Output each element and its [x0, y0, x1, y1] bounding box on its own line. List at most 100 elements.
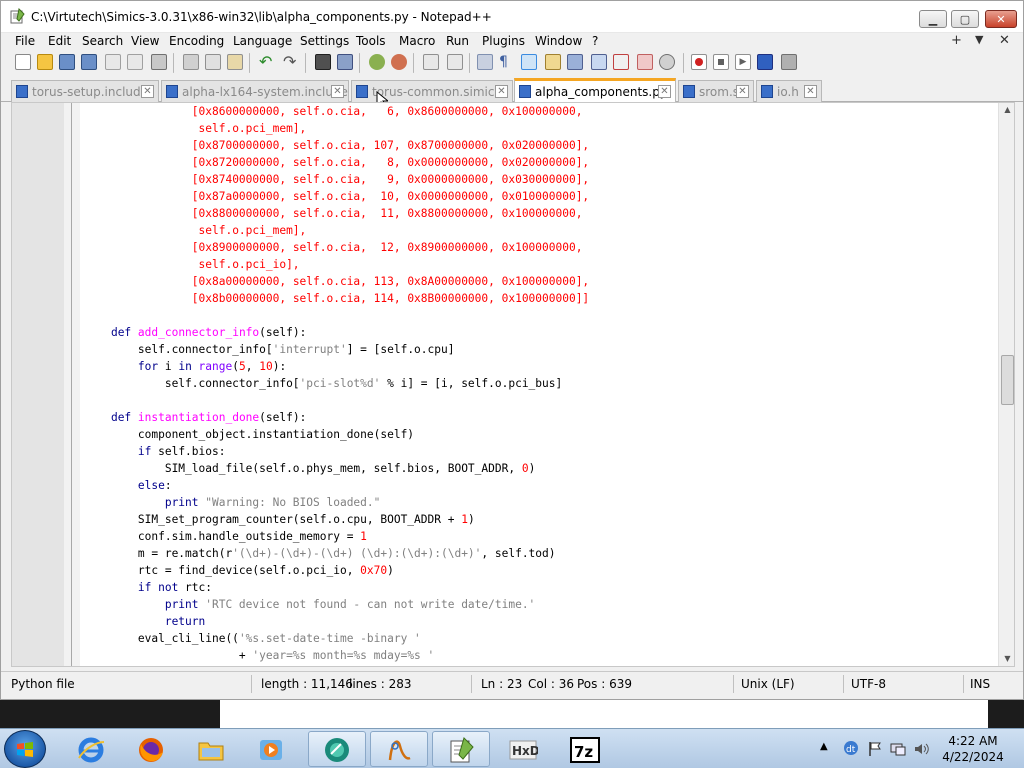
code-line[interactable]: 170 eval_cli_line(('%s.set-date-time -bi…: [80, 630, 998, 647]
record-macro-icon[interactable]: [691, 54, 707, 70]
code-line[interactable]: 150 [0x8b00000000, self.o.cia, 114, 0x8B…: [80, 290, 998, 307]
menu-macro[interactable]: Macro: [399, 34, 435, 48]
tray-volume-icon[interactable]: [913, 741, 929, 757]
code-line[interactable]: 169 return: [80, 613, 998, 630]
title-bar[interactable]: C:\Virtutech\Simics-3.0.31\x86-win32\lib…: [1, 1, 1023, 33]
maximize-button[interactable]: ▢: [951, 10, 979, 28]
taskbar-hxd[interactable]: HxD: [494, 731, 552, 767]
code-line[interactable]: 143 [0x8740000000, self.o.cia, 9, 0x0000…: [80, 171, 998, 188]
zoom-in-icon[interactable]: [369, 54, 385, 70]
code-line[interactable]: 157 def instantiation_done(self):: [80, 409, 998, 426]
taskbar-media-player[interactable]: [242, 731, 300, 767]
indent-guide-icon[interactable]: [521, 54, 537, 70]
tray-display-icon[interactable]: [890, 741, 906, 757]
undo-icon[interactable]: ↶: [259, 54, 275, 70]
menu-settings[interactable]: Settings: [300, 34, 349, 48]
tab-close-icon[interactable]: ✕: [141, 85, 154, 98]
open-file-icon[interactable]: [37, 54, 53, 70]
menu-edit[interactable]: Edit: [48, 34, 71, 48]
code-line[interactable]: 139 [0x8600000000, self.o.cia, 6, 0x8600…: [80, 103, 998, 120]
code-line[interactable]: 158 component_object.instantiation_done(…: [80, 426, 998, 443]
function-list-icon[interactable]: [591, 54, 607, 70]
show-all-characters-icon[interactable]: ¶: [499, 54, 515, 70]
close-document-icon[interactable]: ✕: [999, 33, 1010, 48]
tab-close-icon[interactable]: ✕: [495, 85, 508, 98]
tab-torus-setup[interactable]: torus-setup.include ✕: [11, 80, 159, 102]
paste-icon[interactable]: [227, 54, 243, 70]
run-macro-multiple-icon[interactable]: [757, 54, 773, 70]
save-all-icon[interactable]: [81, 54, 97, 70]
system-clock[interactable]: 4:22 AM 4/22/2024: [932, 733, 1014, 765]
tab-close-icon[interactable]: ✕: [736, 85, 749, 98]
menu-search[interactable]: Search: [82, 34, 123, 48]
code-line[interactable]: 171 + 'year=%s month=%s mday=%s ': [80, 647, 998, 664]
start-button[interactable]: [4, 730, 46, 768]
code-line[interactable]: 161 else:: [80, 477, 998, 494]
menu-plugins[interactable]: Plugins: [482, 34, 525, 48]
doc-map-icon[interactable]: [567, 54, 583, 70]
save-icon[interactable]: [59, 54, 75, 70]
code-line[interactable]: 163 SIM_set_program_counter(self.o.cpu, …: [80, 511, 998, 528]
menu-tools[interactable]: Tools: [356, 34, 386, 48]
close-button[interactable]: ✕: [985, 10, 1017, 28]
save-macro-icon[interactable]: [781, 54, 797, 70]
menu-view[interactable]: View: [131, 34, 159, 48]
tab-alpha-lx164-system[interactable]: alpha-lx164-system.include ✕: [161, 80, 349, 102]
new-window-icon[interactable]: +: [951, 33, 962, 48]
code-line[interactable]: 152 def add_connector_info(self):: [80, 324, 998, 341]
scroll-thumb[interactable]: [1001, 355, 1014, 405]
code-line[interactable]: 153 self.connector_info['interrupt'] = […: [80, 341, 998, 358]
taskbar-internet-explorer[interactable]: [62, 731, 120, 767]
code-line[interactable]: 164 conf.sim.handle_outside_memory = 1: [80, 528, 998, 545]
code-line[interactable]: 166 rtc = find_device(self.o.pci_io, 0x7…: [80, 562, 998, 579]
minimize-button[interactable]: ▁: [919, 10, 947, 28]
zoom-out-icon[interactable]: [391, 54, 407, 70]
code-line[interactable]: 154 for i in range(5, 10):: [80, 358, 998, 375]
language-icon[interactable]: [545, 54, 561, 70]
menu-file[interactable]: File: [15, 34, 35, 48]
cut-icon[interactable]: [183, 54, 199, 70]
tab-close-icon[interactable]: ✕: [658, 85, 671, 98]
code-line[interactable]: 141 [0x8700000000, self.o.cia, 107, 0x87…: [80, 137, 998, 154]
code-line[interactable]: 151: [80, 307, 998, 324]
code-line[interactable]: 167 if not rtc:: [80, 579, 998, 596]
code-line[interactable]: 168 print 'RTC device not found - can no…: [80, 596, 998, 613]
play-macro-icon[interactable]: ▶: [735, 54, 751, 70]
menu-encoding[interactable]: Encoding: [169, 34, 224, 48]
menu-run[interactable]: Run: [446, 34, 469, 48]
code-line[interactable]: 146 self.o.pci_mem],: [80, 222, 998, 239]
fold-margin[interactable]: [64, 103, 80, 666]
taskbar-app-globe[interactable]: [308, 731, 366, 767]
sync-vertical-icon[interactable]: [423, 54, 439, 70]
code-area[interactable]: 139 [0x8600000000, self.o.cia, 6, 0x8600…: [80, 103, 998, 666]
replace-icon[interactable]: [337, 54, 353, 70]
code-line[interactable]: 155 self.connector_info['pci-slot%d' % i…: [80, 375, 998, 392]
menu-window[interactable]: Window: [535, 34, 582, 48]
code-line[interactable]: 162 print "Warning: No BIOS loaded.": [80, 494, 998, 511]
code-line[interactable]: 142 [0x8720000000, self.o.cia, 8, 0x0000…: [80, 154, 998, 171]
tray-network-badge-icon[interactable]: dt: [843, 740, 859, 756]
taskbar-firefox[interactable]: [122, 731, 180, 767]
close-file-icon[interactable]: [105, 54, 121, 70]
scroll-up-icon[interactable]: ▲: [999, 103, 1014, 117]
tray-flag-icon[interactable]: [867, 741, 883, 757]
code-line[interactable]: 144 [0x87a0000000, self.o.cia, 10, 0x000…: [80, 188, 998, 205]
eye-icon[interactable]: [659, 54, 675, 70]
close-all-icon[interactable]: [127, 54, 143, 70]
find-icon[interactable]: [315, 54, 331, 70]
tab-close-icon[interactable]: ✕: [331, 85, 344, 98]
monitoring-icon[interactable]: [637, 54, 653, 70]
tab-srom[interactable]: srom.s ✕: [678, 80, 754, 102]
tab-alpha-components[interactable]: alpha_components.py ✕: [514, 78, 676, 102]
taskbar-notepad-plus-plus[interactable]: [432, 731, 490, 767]
folder-workspace-icon[interactable]: [613, 54, 629, 70]
copy-icon[interactable]: [205, 54, 221, 70]
code-editor[interactable]: 139 [0x8600000000, self.o.cia, 6, 0x8600…: [11, 102, 1015, 667]
new-file-icon[interactable]: [15, 54, 31, 70]
vertical-scrollbar[interactable]: ▲ ▼: [998, 103, 1014, 666]
code-line[interactable]: 165 m = re.match(r'(\d+)-(\d+)-(\d+) (\d…: [80, 545, 998, 562]
code-line[interactable]: 145 [0x8800000000, self.o.cia, 11, 0x880…: [80, 205, 998, 222]
code-line[interactable]: 147 [0x8900000000, self.o.cia, 12, 0x890…: [80, 239, 998, 256]
menu-help[interactable]: ?: [592, 34, 598, 48]
word-wrap-icon[interactable]: [477, 54, 493, 70]
